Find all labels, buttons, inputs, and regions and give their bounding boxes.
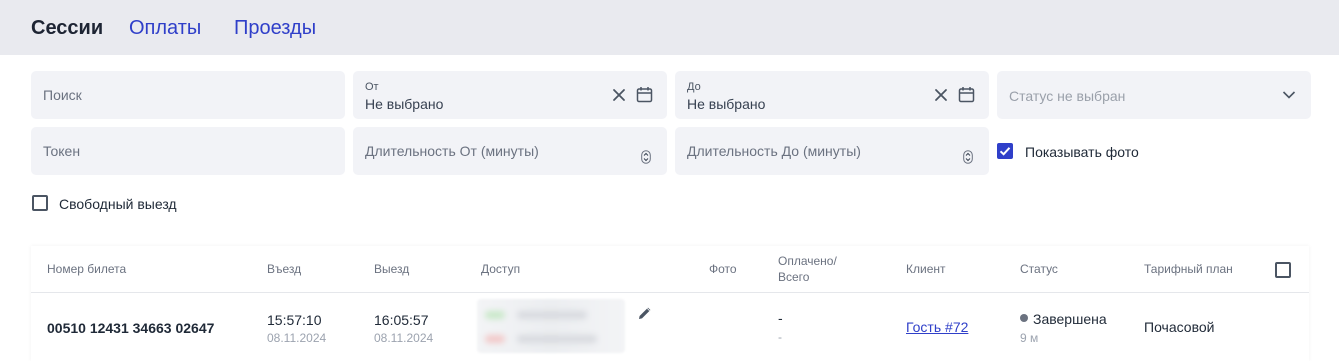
status-placeholder: Статус не выбран bbox=[1009, 88, 1126, 104]
date-to-label: До bbox=[687, 81, 701, 93]
edit-icon[interactable] bbox=[637, 305, 653, 321]
select-all-checkbox[interactable] bbox=[1275, 262, 1291, 278]
header-tariff: Тарифный план bbox=[1144, 262, 1233, 276]
header-client: Клиент bbox=[906, 262, 946, 276]
tab-bar: Сессии Оплаты Проезды bbox=[0, 0, 1339, 55]
ticket-number: 00510 12431 34663 02647 bbox=[47, 320, 215, 336]
date-from-value: Не выбрано bbox=[365, 96, 444, 112]
free-exit-label: Свободный выезд bbox=[59, 196, 177, 212]
blur-mark bbox=[485, 311, 505, 319]
token-placeholder: Токен bbox=[43, 143, 81, 159]
search-input[interactable]: Поиск bbox=[31, 71, 345, 119]
date-from-label: От bbox=[365, 81, 379, 93]
header-total: Всего bbox=[778, 270, 810, 284]
entry-time: 15:57:10 bbox=[267, 312, 322, 328]
access-image-blurred bbox=[477, 299, 625, 353]
blur-mark bbox=[517, 311, 587, 319]
status-text: Завершена bbox=[1033, 311, 1107, 327]
show-photo-label: Показывать фото bbox=[1025, 144, 1139, 160]
calendar-icon[interactable] bbox=[958, 86, 975, 103]
show-photo-checkbox[interactable] bbox=[997, 143, 1013, 159]
tab-sessions[interactable]: Сессии bbox=[31, 15, 103, 41]
entry-date: 08.11.2024 bbox=[267, 331, 327, 345]
duration-from-placeholder: Длительность От (минуты) bbox=[365, 143, 539, 159]
tab-passages[interactable]: Проезды bbox=[234, 15, 316, 41]
calendar-icon[interactable] bbox=[636, 86, 653, 103]
status-select[interactable]: Статус не выбран bbox=[997, 71, 1311, 119]
status-duration: 9 м bbox=[1020, 331, 1039, 345]
date-from-field[interactable]: От Не выбрано bbox=[353, 71, 667, 119]
search-placeholder: Поиск bbox=[43, 87, 82, 103]
tariff-plan: Почасовой bbox=[1144, 319, 1215, 335]
clear-icon[interactable] bbox=[934, 88, 948, 102]
total-amount: - bbox=[778, 330, 782, 344]
header-exit: Выезд bbox=[374, 262, 410, 276]
token-input[interactable]: Токен bbox=[31, 127, 345, 175]
duration-to-input[interactable]: Длительность До (минуты) bbox=[675, 127, 989, 175]
tab-payments[interactable]: Оплаты bbox=[129, 15, 201, 41]
date-to-value: Не выбрано bbox=[687, 96, 766, 112]
stepper-icon[interactable] bbox=[641, 150, 651, 164]
header-paid: Оплачено/ bbox=[778, 254, 837, 268]
blur-mark bbox=[517, 335, 597, 343]
header-status: Статус bbox=[1020, 262, 1058, 276]
duration-to-placeholder: Длительность До (минуты) bbox=[687, 143, 861, 159]
header-access: Доступ bbox=[481, 262, 521, 276]
header-entry: Въезд bbox=[267, 262, 302, 276]
header-divider bbox=[31, 292, 1309, 293]
header-ticket: Номер билета bbox=[47, 262, 127, 276]
blur-mark bbox=[485, 335, 505, 343]
checkmark-icon bbox=[999, 147, 1011, 156]
client-link[interactable]: Гость #72 bbox=[906, 319, 968, 335]
clear-icon[interactable] bbox=[612, 88, 626, 102]
header-photo: Фото bbox=[709, 262, 737, 276]
exit-time: 16:05:57 bbox=[374, 312, 429, 328]
status-dot-icon bbox=[1020, 314, 1028, 322]
duration-from-input[interactable]: Длительность От (минуты) bbox=[353, 127, 667, 175]
free-exit-checkbox[interactable] bbox=[32, 195, 48, 211]
date-to-field[interactable]: До Не выбрано bbox=[675, 71, 989, 119]
exit-date: 08.11.2024 bbox=[374, 331, 434, 345]
chevron-down-icon[interactable] bbox=[1282, 90, 1296, 100]
stepper-icon[interactable] bbox=[963, 150, 973, 164]
paid-amount: - bbox=[778, 310, 783, 326]
sessions-table: Номер билета Въезд Выезд Доступ Фото Опл… bbox=[31, 246, 1309, 361]
